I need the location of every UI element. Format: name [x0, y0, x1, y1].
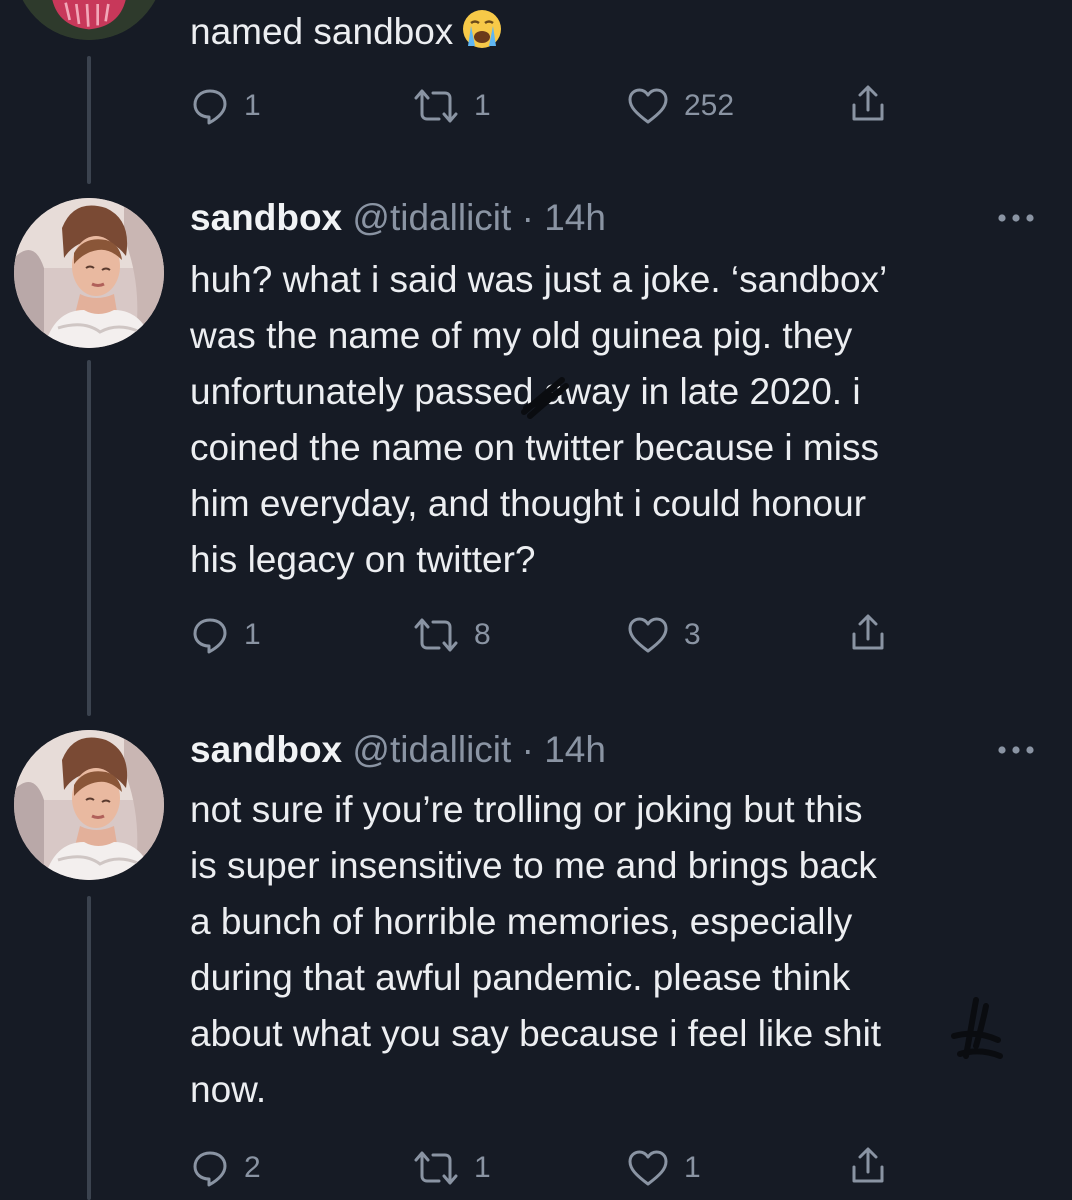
display-name[interactable]: sandbox: [190, 729, 342, 770]
reply-icon: [190, 615, 230, 655]
tweet-text-line: not sure if you’re trolling or joking bu…: [190, 789, 863, 830]
timestamp[interactable]: · 14h: [522, 197, 606, 238]
tweet-header: sandbox @tidallicit · 14h: [190, 196, 606, 240]
tweet-text-line: huh? what i said was just a joke. ‘sandb…: [190, 259, 888, 300]
retweet-icon: [412, 615, 460, 655]
retweet-count: 8: [474, 618, 491, 651]
retweet-icon: [412, 86, 460, 126]
avatar-image: [14, 198, 164, 348]
heart-icon: [626, 615, 670, 655]
retweet-icon: [412, 1148, 460, 1188]
tweet-text-line: named sandbox: [190, 11, 454, 52]
reply-count: 1: [244, 618, 261, 651]
tweet-header: sandbox @tidallicit · 14h: [190, 728, 606, 772]
more-icon[interactable]: [996, 212, 1036, 224]
like-count: 1: [684, 1151, 701, 1184]
heart-icon: [626, 86, 670, 126]
loudly-crying-face-icon: [461, 8, 503, 66]
reply-icon: [190, 1148, 230, 1188]
share-icon: [848, 1146, 888, 1186]
like-button[interactable]: 1: [626, 1148, 701, 1188]
retweet-count: 1: [474, 1151, 491, 1184]
tweet-text: huh? what i said was just a joke. ‘sandb…: [190, 252, 1050, 588]
reply-button[interactable]: 1: [190, 86, 261, 126]
reply-count: 1: [244, 89, 261, 122]
display-name[interactable]: sandbox: [190, 197, 342, 238]
reply-button[interactable]: 2: [190, 1148, 261, 1188]
reply-count: 2: [244, 1151, 261, 1184]
more-icon[interactable]: [996, 744, 1036, 756]
tweet-text-line: now.: [190, 1069, 267, 1110]
tweet-text-line: a bunch of horrible memories, especially: [190, 901, 853, 942]
thread-line-middle: [87, 360, 91, 716]
thread-line-top: [87, 56, 91, 184]
share-icon: [848, 84, 888, 124]
tweet-text-line: about what you say because i feel like s…: [190, 1013, 882, 1054]
share-button[interactable]: [848, 1146, 888, 1186]
like-count: 252: [684, 89, 735, 122]
avatar-image: [14, 0, 164, 40]
share-button[interactable]: [848, 84, 888, 124]
retweet-button[interactable]: 1: [412, 86, 491, 126]
tweet-text-line: was the name of my old guinea pig. they: [190, 315, 853, 356]
tweet-text-line: him everyday, and thought i could honour: [190, 483, 867, 524]
handle[interactable]: @tidallicit: [352, 729, 511, 770]
like-button[interactable]: 252: [626, 86, 734, 126]
like-count: 3: [684, 618, 701, 651]
reply-button[interactable]: 1: [190, 615, 261, 655]
timestamp[interactable]: · 14h: [522, 729, 606, 770]
retweet-count: 1: [474, 89, 491, 122]
heart-icon: [626, 1148, 670, 1188]
avatar-image: [14, 730, 164, 880]
tweet-text-line: his legacy on twitter?: [190, 539, 536, 580]
tweet-text: not sure if you’re trolling or joking bu…: [190, 782, 1050, 1118]
share-icon: [848, 613, 888, 653]
share-button[interactable]: [848, 613, 888, 653]
reply-icon: [190, 86, 230, 126]
handle[interactable]: @tidallicit: [352, 197, 511, 238]
avatar-top[interactable]: [14, 0, 164, 40]
avatar[interactable]: [14, 730, 164, 880]
tweet-text-line: is super insensitive to me and brings ba…: [190, 845, 877, 886]
tweet-text-line: during that awful pandemic. please think: [190, 957, 851, 998]
retweet-button[interactable]: 8: [412, 615, 491, 655]
tweet-text: named sandbox: [190, 4, 1050, 66]
like-button[interactable]: 3: [626, 615, 701, 655]
tweet-text-line: unfortunately passed away in late 2020. …: [190, 371, 861, 412]
thread-line-bottom: [87, 896, 91, 1200]
avatar[interactable]: [14, 198, 164, 348]
retweet-button[interactable]: 1: [412, 1148, 491, 1188]
tweet-text-line: coined the name on twitter because i mis…: [190, 427, 879, 468]
